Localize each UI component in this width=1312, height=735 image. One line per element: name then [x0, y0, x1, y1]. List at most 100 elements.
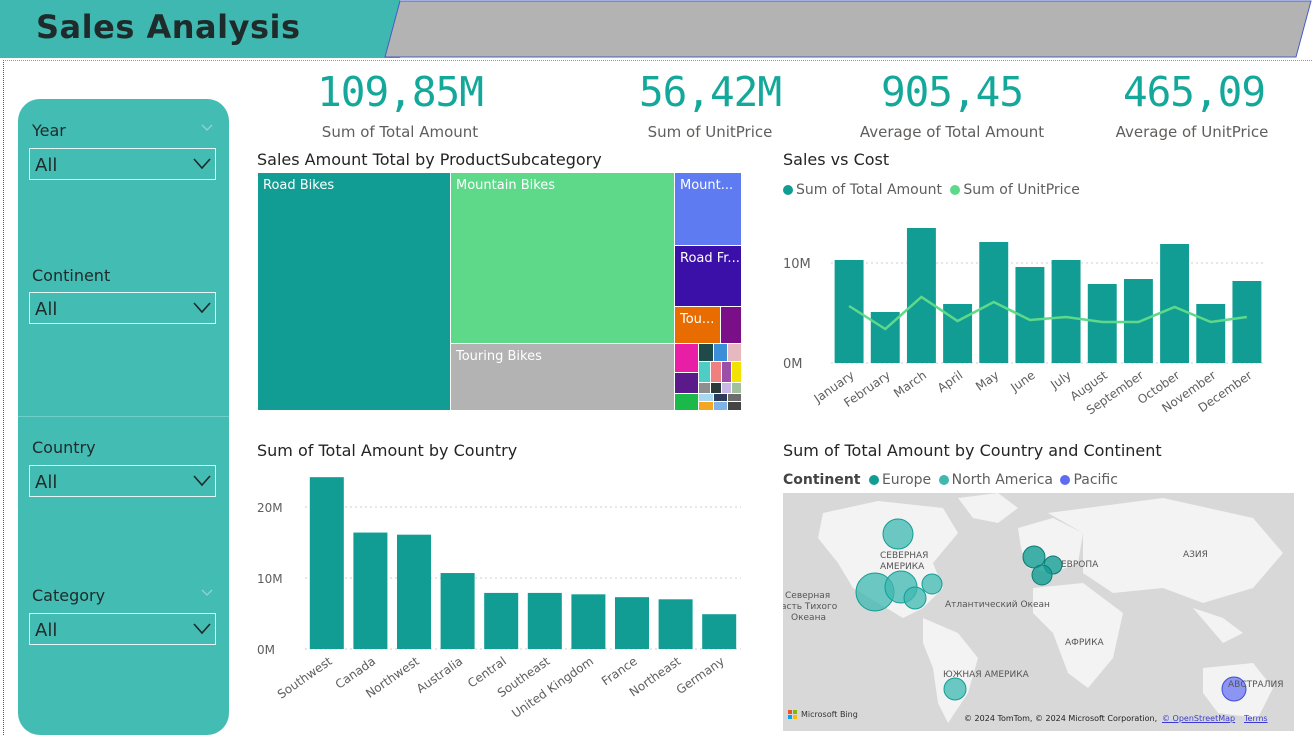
treemap-tile[interactable]	[674, 343, 699, 373]
treemap-label: Mountain Bikes	[456, 178, 556, 193]
bar[interactable]	[309, 477, 344, 649]
slicer-category-value: All	[35, 620, 58, 641]
bar[interactable]	[396, 534, 432, 649]
map-label: АВСТРАЛИЯ	[1228, 680, 1284, 690]
legend-dot	[783, 185, 793, 195]
microsoft-logo-icon	[788, 710, 798, 720]
slicer-country-value: All	[35, 472, 58, 493]
chevron-down-icon[interactable]	[193, 302, 211, 314]
treemap-tile-touring-frames[interactable]: Tou...	[674, 306, 721, 344]
treemap-tile-road-frames[interactable]: Road Fr...	[674, 245, 742, 307]
y-tick-label: 0M	[257, 643, 275, 657]
treemap-tile[interactable]	[720, 306, 742, 344]
treemap-tile-road-bikes[interactable]: Road Bikes	[257, 172, 451, 411]
map-bubble[interactable]	[943, 677, 967, 701]
bing-label: Microsoft Bing	[801, 710, 858, 719]
osm-link[interactable]: © OpenStreetMap	[1162, 714, 1235, 723]
x-tick-label: March	[891, 368, 929, 400]
chevron-down-icon[interactable]	[201, 589, 213, 597]
y-tick-label: 10M	[783, 257, 811, 272]
kpi-avg-total-amount-label: Average of Total Amount	[859, 123, 1045, 141]
bars	[309, 477, 737, 649]
world-map[interactable]: СЕВЕРНАЯ АМЕРИКА ЕВРОПА АЗИЯ Северная ас…	[783, 493, 1294, 731]
bar[interactable]	[1196, 304, 1226, 363]
x-axis: JanuaryFebruaryMarch April May June JulyAugu…	[811, 368, 1255, 415]
treemap-tile[interactable]	[731, 361, 742, 383]
bar[interactable]	[484, 592, 519, 649]
treemap-tile[interactable]	[674, 372, 699, 394]
bar[interactable]	[527, 592, 562, 649]
y-tick-label: 0M	[783, 357, 803, 372]
x-tick-label: April	[935, 368, 966, 395]
y-tick-label: 20M	[257, 501, 283, 515]
kpi-avg-unitprice-value: 465,09	[1122, 68, 1266, 116]
treemap-label: Mount...	[680, 178, 734, 193]
legend-dot	[868, 475, 879, 485]
treemap-tile-mountain-frames[interactable]: Mount...	[674, 172, 742, 246]
legend-item[interactable]: Europe	[882, 472, 931, 488]
treemap-tile-touring-bikes[interactable]: Touring Bikes	[450, 343, 675, 411]
page-title: Sales Analysis	[36, 8, 301, 46]
terms-link[interactable]: Terms	[1244, 714, 1268, 723]
bar[interactable]	[440, 573, 475, 649]
bar[interactable]	[1160, 244, 1190, 363]
treemap-tile-mountain-bikes[interactable]: Mountain Bikes	[450, 172, 675, 344]
x-tick-label: June	[1007, 368, 1037, 395]
slicer-continent-label: Continent	[32, 266, 111, 285]
legend-item[interactable]: North America	[952, 472, 1053, 488]
treemap-tile[interactable]	[698, 343, 714, 362]
kpi-avg-total-amount-value: 905,45	[880, 68, 1024, 116]
treemap-tile[interactable]	[727, 401, 742, 411]
x-tick-label: Southwest	[275, 654, 335, 702]
map-bubble[interactable]	[903, 586, 927, 610]
slicer-country-label: Country	[32, 438, 96, 457]
x-tick-label: United Kingdom	[509, 654, 596, 721]
bar[interactable]	[1232, 281, 1262, 363]
slicer-year-label: Year	[32, 121, 66, 140]
chevron-down-icon[interactable]	[201, 124, 213, 132]
chevron-down-icon[interactable]	[193, 623, 211, 635]
y-axis: 0M 10M	[783, 257, 811, 372]
slicer-continent-value: All	[35, 299, 58, 320]
map-bubble[interactable]	[882, 518, 914, 550]
legend-dot	[950, 185, 961, 195]
treemap-tile[interactable]	[713, 401, 728, 411]
treemap-label: Touring Bikes	[456, 349, 542, 364]
chevron-down-icon[interactable]	[193, 475, 211, 487]
treemap-title: Sales Amount Total by ProductSubcategory	[257, 150, 602, 169]
x-axis: SouthwestCanadaNorthwestAustralia Central…	[275, 654, 727, 721]
kpi-sum-unitprice-label: Sum of UnitPrice	[647, 123, 773, 141]
treemap-tile[interactable]	[698, 401, 714, 411]
sales-vs-cost-chart: JanuaryFebruaryMarch April May June JulyAugu…	[783, 228, 1265, 415]
treemap-tile[interactable]	[674, 393, 699, 411]
map-legend: Continent Europe North America Pacific	[783, 472, 1118, 488]
kpi-sum-total-amount-label: Sum of Total Amount	[321, 123, 479, 141]
kpi-avg-unitprice-label: Average of UnitPrice	[1115, 123, 1269, 141]
y-tick-label: 10M	[257, 572, 283, 586]
y-axis: 0M 10M 20M	[257, 501, 283, 657]
sales-vs-cost-title: Sales vs Cost	[783, 150, 890, 169]
bar[interactable]	[702, 614, 737, 649]
x-tick-label: July	[1047, 368, 1074, 392]
bar[interactable]	[658, 599, 693, 649]
chevron-down-icon[interactable]	[193, 158, 211, 170]
bar[interactable]	[571, 594, 606, 649]
map-bubble[interactable]	[1031, 564, 1053, 586]
treemap-label: Road Fr...	[680, 251, 740, 266]
map-bubbles	[855, 518, 1247, 702]
treemap-tile[interactable]	[713, 343, 728, 362]
x-tick-label: Australia	[414, 654, 466, 696]
legend-item[interactable]: Sum of UnitPrice	[963, 182, 1079, 198]
legend-item[interactable]: Pacific	[1073, 472, 1118, 488]
bar[interactable]	[353, 532, 388, 649]
map-bubble[interactable]	[921, 573, 943, 595]
bar[interactable]	[1051, 260, 1081, 363]
map-legend-title: Continent	[783, 472, 861, 488]
legend-item[interactable]: Sum of Total Amount	[796, 182, 942, 198]
bar[interactable]	[614, 597, 650, 649]
treemap-tile[interactable]	[727, 343, 742, 362]
treemap-label: Road Bikes	[263, 178, 335, 193]
country-chart-title: Sum of Total Amount by Country	[257, 441, 518, 460]
bar[interactable]	[1087, 284, 1117, 363]
map-copyright: © 2024 TomTom, © 2024 Microsoft Corporat…	[964, 714, 1158, 723]
